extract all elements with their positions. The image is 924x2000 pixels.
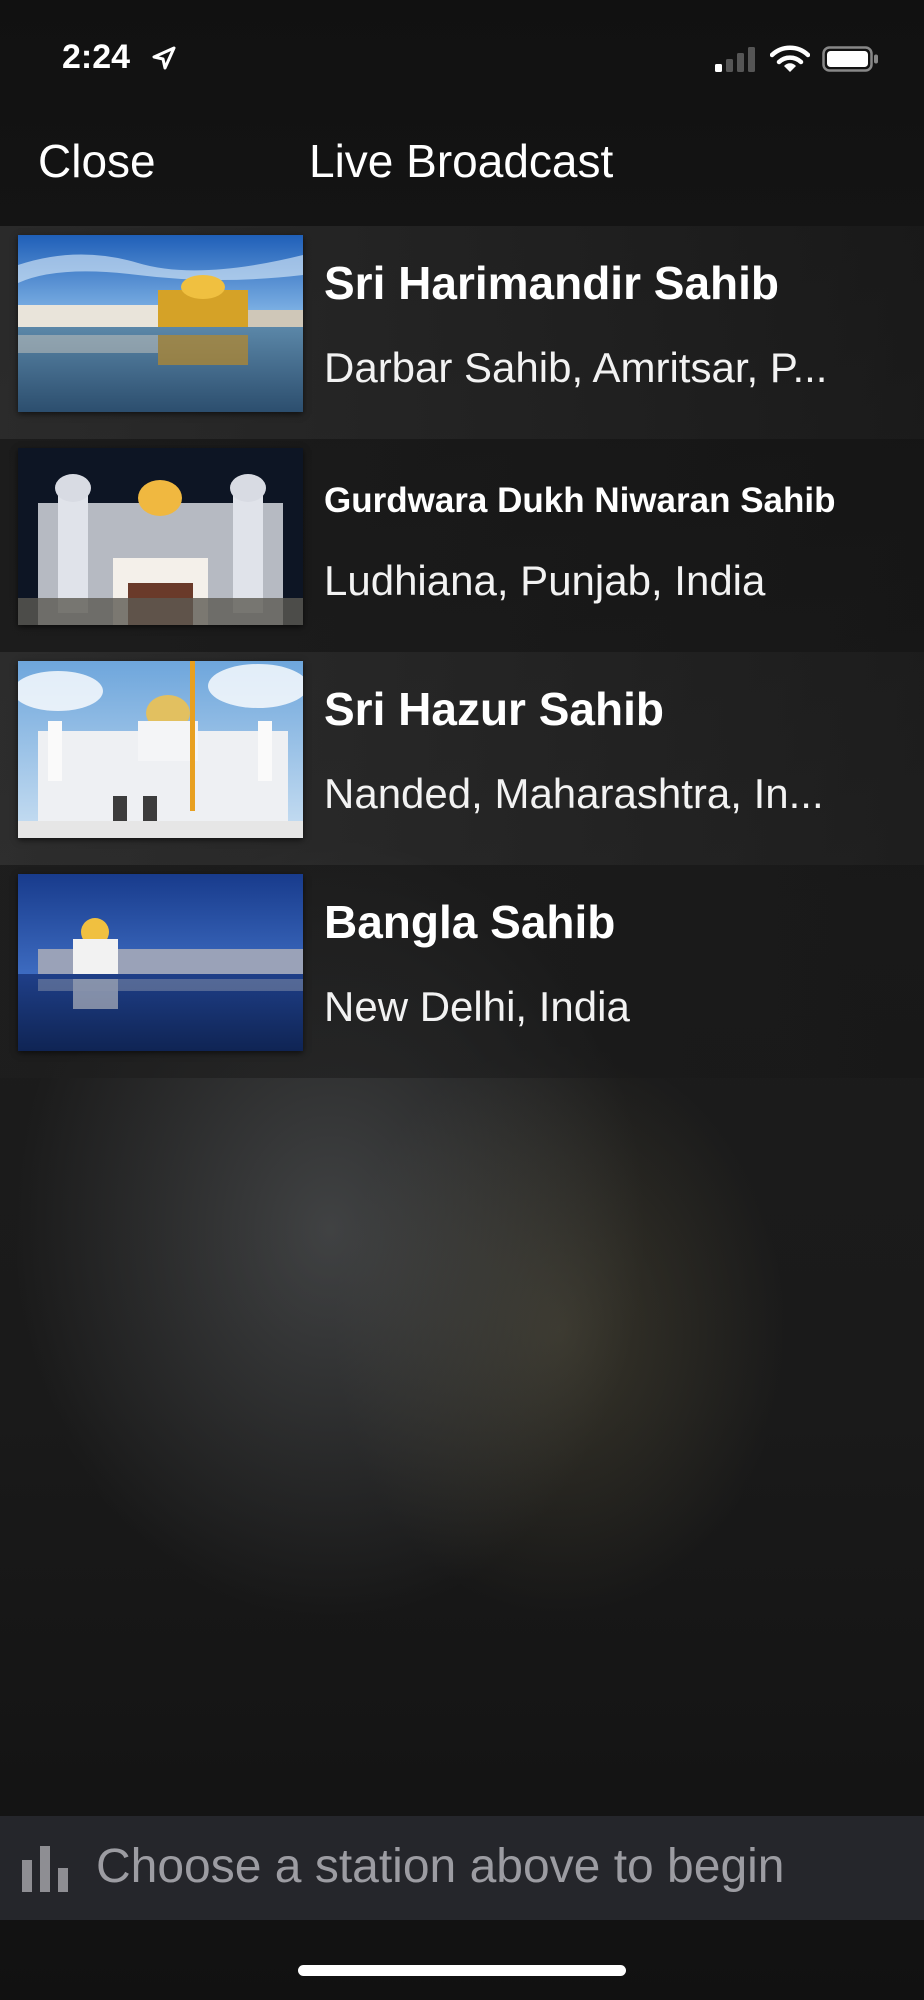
audio-bars-icon [22, 1846, 72, 1897]
battery-icon [822, 46, 880, 77]
now-playing-text: Choose a station above to begin [96, 1840, 785, 1893]
signal-icon [715, 46, 759, 77]
status-time: 2:24 [62, 38, 131, 76]
close-button[interactable]: Close [38, 134, 156, 188]
page-title: Live Broadcast [309, 135, 614, 187]
station-row-bangla[interactable]: Bangla Sahib New Delhi, India [0, 865, 924, 1078]
station-location: Ludhiana, Punjab, India [324, 557, 766, 604]
location-arrow-icon [150, 44, 178, 77]
home-indicator[interactable] [298, 1965, 626, 1976]
station-name: Bangla Sahib [324, 896, 616, 948]
station-thumbnail [18, 661, 303, 838]
now-playing-bar[interactable]: Choose a station above to begin [0, 1816, 924, 1920]
station-row-dukh-niwaran[interactable]: Gurdwara Dukh Niwaran Sahib Ludhiana, Pu… [0, 439, 924, 652]
station-thumbnail [18, 448, 303, 625]
station-row-harimandir[interactable]: Sri Harimandir Sahib Darbar Sahib, Amrit… [0, 226, 924, 439]
status-bar: 2:24 [0, 0, 924, 120]
station-name: Sri Harimandir Sahib [324, 257, 780, 309]
wifi-icon [769, 44, 811, 79]
station-location: Nanded, Maharashtra, In... [324, 770, 824, 817]
station-name: Sri Hazur Sahib [324, 683, 664, 735]
station-thumbnail [18, 235, 303, 412]
station-location: New Delhi, India [324, 983, 630, 1030]
station-location: Darbar Sahib, Amritsar, P... [324, 344, 828, 391]
station-thumbnail [18, 874, 303, 1051]
station-list: Sri Harimandir Sahib Darbar Sahib, Amrit… [0, 226, 924, 1078]
station-name: Gurdwara Dukh Niwaran Sahib [324, 481, 836, 520]
station-row-hazur[interactable]: Sri Hazur Sahib Nanded, Maharashtra, In.… [0, 652, 924, 865]
